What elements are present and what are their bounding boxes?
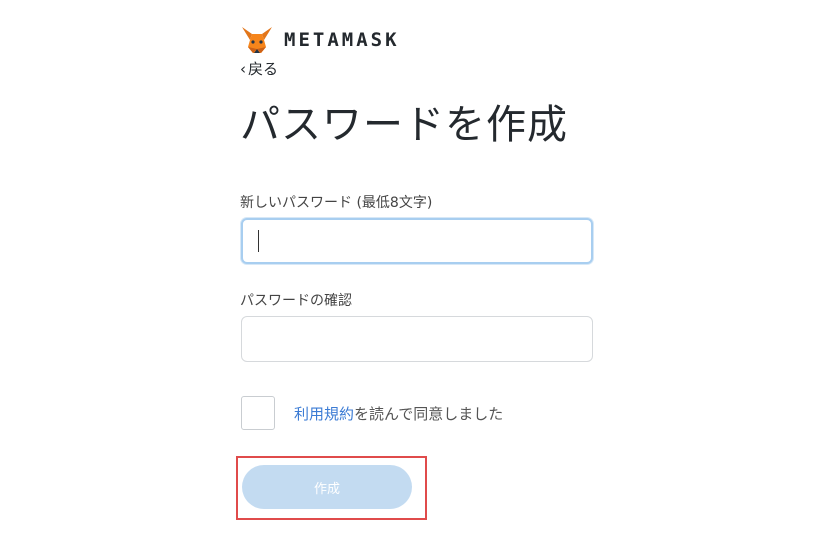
back-link[interactable]: ‹ 戻る (240, 58, 278, 79)
text-caret (258, 230, 259, 252)
create-button[interactable]: 作成 (242, 465, 412, 509)
new-password-label: 新しいパスワード (最低8文字) (240, 195, 433, 211)
back-label: 戻る (248, 60, 279, 78)
terms-checkbox[interactable] (241, 396, 275, 430)
brand-name: METAMASK (284, 29, 400, 51)
confirm-password-label: パスワードの確認 (240, 293, 352, 309)
new-password-input[interactable] (241, 218, 593, 264)
terms-of-use-link[interactable]: 利用規約 (294, 405, 354, 423)
metamask-logo: METAMASK (240, 24, 400, 56)
terms-agree-text: を読んで同意しました (354, 405, 504, 423)
page-title: パスワードを作成 (240, 102, 568, 148)
fox-icon (242, 27, 272, 53)
chevron-left-icon: ‹ (240, 60, 246, 78)
terms-text: 利用規約を読んで同意しました (294, 403, 503, 424)
confirm-password-input[interactable] (241, 316, 593, 362)
